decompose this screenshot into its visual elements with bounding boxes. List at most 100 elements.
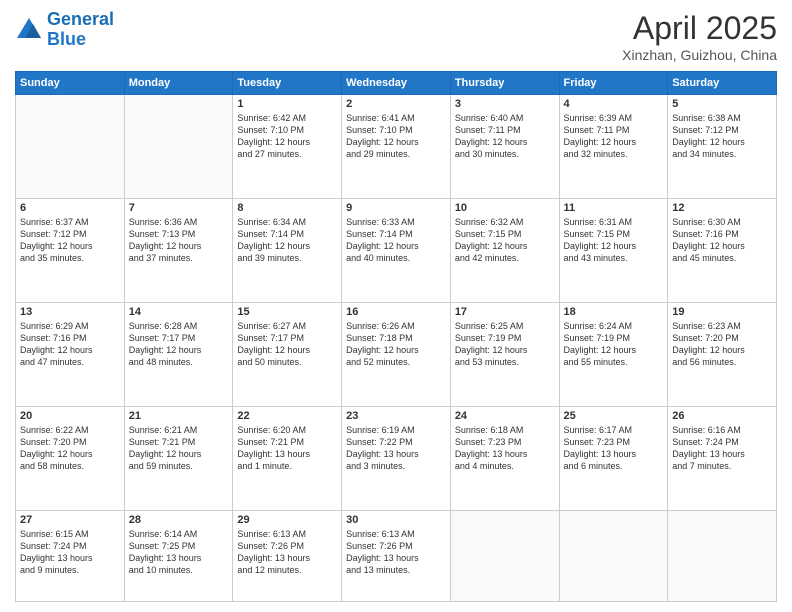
logo: General Blue [15,10,114,50]
day-info: Sunrise: 6:31 AM Sunset: 7:15 PM Dayligh… [564,216,664,265]
day-info: Sunrise: 6:39 AM Sunset: 7:11 PM Dayligh… [564,112,664,161]
day-number: 23 [346,410,446,422]
logo-line1: General [47,9,114,29]
calendar-cell: 15 Sunrise: 6:27 AM Sunset: 7:17 PM Dayli… [233,303,342,407]
day-number: 14 [129,306,229,318]
calendar-table: Sunday Monday Tuesday Wednesday Thursday… [15,71,777,602]
col-wednesday: Wednesday [342,72,451,95]
day-number: 29 [237,514,337,526]
calendar-cell: 28 Sunrise: 6:14 AM Sunset: 7:25 PM Dayli… [124,511,233,602]
calendar-cell: 26Sunrise: 6:16 AM Sunset: 7:24 PM Dayli… [668,407,777,511]
day-info: Sunrise: 6:36 AM Sunset: 7:13 PM Dayligh… [129,216,229,265]
calendar-cell: 14 Sunrise: 6:28 AM Sunset: 7:17 PM Dayli… [124,303,233,407]
calendar-cell [16,95,125,199]
header: General Blue April 2025 Xinzhan, Guizhou… [15,10,777,63]
calendar-cell: 6 Sunrise: 6:37 AM Sunset: 7:12 PM Daylig… [16,199,125,303]
calendar-cell: 12 Sunrise: 6:30 AM Sunset: 7:16 PM Dayli… [668,199,777,303]
day-number: 7 [129,202,229,214]
day-number: 3 [455,98,555,110]
day-number: 17 [455,306,555,318]
calendar-cell: 29 Sunrise: 6:13 AM Sunset: 7:26 PM Dayli… [233,511,342,602]
day-info: Sunrise: 6:20 AM Sunset: 7:21 PM Dayligh… [237,424,337,473]
calendar-cell [559,511,668,602]
day-info: Sunrise: 6:26 AM Sunset: 7:18 PM Dayligh… [346,320,446,369]
day-info: Sunrise: 6:37 AM Sunset: 7:12 PM Dayligh… [20,216,120,265]
calendar-header: Sunday Monday Tuesday Wednesday Thursday… [16,72,777,95]
day-info: Sunrise: 6:22 AM Sunset: 7:20 PM Dayligh… [20,424,120,473]
calendar-cell [124,95,233,199]
day-number: 28 [129,514,229,526]
day-number: 15 [237,306,337,318]
day-number: 13 [20,306,120,318]
day-number: 6 [20,202,120,214]
day-info: Sunrise: 6:21 AM Sunset: 7:21 PM Dayligh… [129,424,229,473]
day-number: 9 [346,202,446,214]
day-info: Sunrise: 6:13 AM Sunset: 7:26 PM Dayligh… [237,528,337,577]
day-info: Sunrise: 6:30 AM Sunset: 7:16 PM Dayligh… [672,216,772,265]
main-title: April 2025 [622,10,777,47]
calendar-row-4: 20 Sunrise: 6:22 AM Sunset: 7:20 PM Dayli… [16,407,777,511]
title-block: April 2025 Xinzhan, Guizhou, China [622,10,777,63]
calendar-cell: 17 Sunrise: 6:25 AM Sunset: 7:19 PM Dayli… [450,303,559,407]
day-info: Sunrise: 6:13 AM Sunset: 7:26 PM Dayligh… [346,528,446,577]
day-info: Sunrise: 6:27 AM Sunset: 7:17 PM Dayligh… [237,320,337,369]
calendar-cell: 18Sunrise: 6:24 AM Sunset: 7:19 PM Dayli… [559,303,668,407]
calendar-cell: 13 Sunrise: 6:29 AM Sunset: 7:16 PM Dayli… [16,303,125,407]
day-number: 18 [564,306,664,318]
logo-text: General Blue [47,10,114,50]
day-number: 8 [237,202,337,214]
day-number: 11 [564,202,664,214]
calendar-cell: 5Sunrise: 6:38 AM Sunset: 7:12 PM Daylig… [668,95,777,199]
day-number: 21 [129,410,229,422]
day-info: Sunrise: 6:15 AM Sunset: 7:24 PM Dayligh… [20,528,120,577]
day-info: Sunrise: 6:42 AM Sunset: 7:10 PM Dayligh… [237,112,337,161]
day-info: Sunrise: 6:23 AM Sunset: 7:20 PM Dayligh… [672,320,772,369]
calendar-cell: 8 Sunrise: 6:34 AM Sunset: 7:14 PM Daylig… [233,199,342,303]
calendar-cell: 7 Sunrise: 6:36 AM Sunset: 7:13 PM Daylig… [124,199,233,303]
calendar-cell: 11 Sunrise: 6:31 AM Sunset: 7:15 PM Dayli… [559,199,668,303]
calendar-cell: 19Sunrise: 6:23 AM Sunset: 7:20 PM Dayli… [668,303,777,407]
calendar-cell: 21 Sunrise: 6:21 AM Sunset: 7:21 PM Dayli… [124,407,233,511]
calendar-cell: 22Sunrise: 6:20 AM Sunset: 7:21 PM Dayli… [233,407,342,511]
col-saturday: Saturday [668,72,777,95]
day-number: 20 [20,410,120,422]
day-info: Sunrise: 6:28 AM Sunset: 7:17 PM Dayligh… [129,320,229,369]
day-info: Sunrise: 6:17 AM Sunset: 7:23 PM Dayligh… [564,424,664,473]
calendar-cell: 24 Sunrise: 6:18 AM Sunset: 7:23 PM Dayli… [450,407,559,511]
day-number: 30 [346,514,446,526]
calendar-row-3: 13 Sunrise: 6:29 AM Sunset: 7:16 PM Dayli… [16,303,777,407]
day-number: 4 [564,98,664,110]
header-row: Sunday Monday Tuesday Wednesday Thursday… [16,72,777,95]
calendar-cell: 9Sunrise: 6:33 AM Sunset: 7:14 PM Daylig… [342,199,451,303]
calendar-body: 1 Sunrise: 6:42 AM Sunset: 7:10 PM Daylig… [16,95,777,602]
day-info: Sunrise: 6:32 AM Sunset: 7:15 PM Dayligh… [455,216,555,265]
day-number: 26 [672,410,772,422]
day-number: 1 [237,98,337,110]
calendar-cell [450,511,559,602]
day-number: 25 [564,410,664,422]
calendar-cell: 2Sunrise: 6:41 AM Sunset: 7:10 PM Daylig… [342,95,451,199]
day-info: Sunrise: 6:19 AM Sunset: 7:22 PM Dayligh… [346,424,446,473]
day-number: 16 [346,306,446,318]
col-friday: Friday [559,72,668,95]
page: General Blue April 2025 Xinzhan, Guizhou… [0,0,792,612]
calendar-cell: 1 Sunrise: 6:42 AM Sunset: 7:10 PM Daylig… [233,95,342,199]
day-info: Sunrise: 6:41 AM Sunset: 7:10 PM Dayligh… [346,112,446,161]
day-info: Sunrise: 6:14 AM Sunset: 7:25 PM Dayligh… [129,528,229,577]
day-number: 24 [455,410,555,422]
calendar-cell: 10Sunrise: 6:32 AM Sunset: 7:15 PM Dayli… [450,199,559,303]
day-info: Sunrise: 6:29 AM Sunset: 7:16 PM Dayligh… [20,320,120,369]
subtitle: Xinzhan, Guizhou, China [622,47,777,63]
calendar-cell: 3Sunrise: 6:40 AM Sunset: 7:11 PM Daylig… [450,95,559,199]
calendar-cell: 20 Sunrise: 6:22 AM Sunset: 7:20 PM Dayli… [16,407,125,511]
day-info: Sunrise: 6:34 AM Sunset: 7:14 PM Dayligh… [237,216,337,265]
day-info: Sunrise: 6:25 AM Sunset: 7:19 PM Dayligh… [455,320,555,369]
calendar-cell: 23 Sunrise: 6:19 AM Sunset: 7:22 PM Dayli… [342,407,451,511]
calendar-cell: 25 Sunrise: 6:17 AM Sunset: 7:23 PM Dayli… [559,407,668,511]
logo-line2: Blue [47,29,86,49]
calendar-cell: 30 Sunrise: 6:13 AM Sunset: 7:26 PM Dayli… [342,511,451,602]
day-number: 27 [20,514,120,526]
day-number: 12 [672,202,772,214]
day-info: Sunrise: 6:18 AM Sunset: 7:23 PM Dayligh… [455,424,555,473]
col-tuesday: Tuesday [233,72,342,95]
